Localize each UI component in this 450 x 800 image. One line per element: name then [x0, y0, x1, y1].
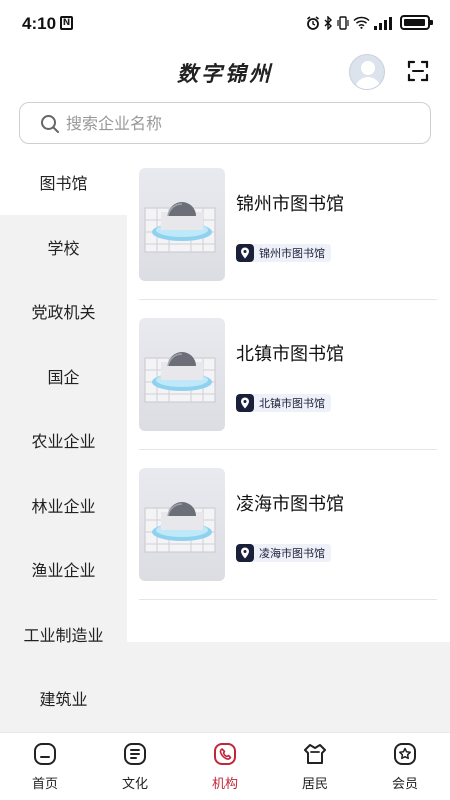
culture-icon [124, 743, 146, 765]
location-tag-label: 北镇市图书馆 [259, 397, 325, 410]
nav-item-residents[interactable]: 居民 [270, 733, 360, 800]
header: 数字锦州 [0, 50, 450, 98]
location-pin-icon [236, 544, 254, 562]
sidebar-item-construction[interactable]: 建筑业 [0, 666, 127, 731]
search-icon [41, 115, 59, 133]
avatar[interactable] [349, 54, 385, 90]
search-input[interactable] [66, 103, 406, 143]
bottom-nav: 首页 文化 机构 居民 会员 [0, 732, 450, 800]
nav-label: 居民 [301, 777, 328, 792]
nav-item-member[interactable]: 会员 [360, 733, 450, 800]
location-tag-label: 锦州市图书馆 [259, 247, 325, 260]
sidebar-item-government[interactable]: 党政机关 [0, 279, 127, 344]
institution-name: 北镇市图书馆 [236, 344, 344, 365]
location-tag: 凌海市图书馆 [236, 544, 331, 562]
location-pin-icon [236, 394, 254, 412]
sidebar-item-state-owned[interactable]: 国企 [0, 344, 127, 409]
nav-label: 文化 [121, 777, 148, 792]
sidebar-item-manufacturing[interactable]: 工业制造业 [0, 602, 127, 667]
list-item[interactable]: 锦州市图书馆 锦州市图书馆 [139, 150, 437, 300]
list-item[interactable]: 北镇市图书馆 北镇市图书馆 [139, 300, 437, 450]
location-pin-icon [236, 244, 254, 262]
search-bar [0, 98, 450, 150]
library-thumbnail [139, 168, 225, 281]
nav-label: 首页 [31, 777, 58, 792]
scan-icon[interactable] [407, 60, 429, 82]
residents-icon [304, 744, 326, 764]
status-icons [306, 15, 433, 30]
nav-item-home[interactable]: 首页 [0, 733, 90, 800]
alarm-icon [307, 15, 319, 30]
battery-icon [400, 15, 433, 30]
nfc-icon: N [60, 16, 73, 30]
category-sidebar: 图书馆 学校 党政机关 国企 农业企业 林业企业 渔业企业 工业制造业 建筑业 [0, 150, 127, 732]
status-bar: 4:10 N [0, 0, 450, 50]
sidebar-item-agriculture[interactable]: 农业企业 [0, 408, 127, 473]
home-icon [34, 743, 56, 765]
search-box[interactable] [19, 102, 431, 144]
sidebar-item-library[interactable]: 图书馆 [0, 150, 127, 215]
institution-list: 锦州市图书馆 锦州市图书馆 北镇市图书馆 北镇市图书馆 凌海市图书馆 凌海市图书… [127, 150, 450, 642]
member-icon [394, 743, 416, 765]
wifi-icon [353, 16, 370, 29]
bluetooth-icon [324, 15, 332, 30]
nav-item-institution[interactable]: 机构 [180, 733, 270, 800]
library-thumbnail [139, 318, 225, 431]
status-time: 4:10 [22, 14, 57, 33]
nav-label: 机构 [211, 777, 238, 792]
nav-label: 会员 [391, 777, 418, 792]
nav-item-culture[interactable]: 文化 [90, 733, 180, 800]
institution-name: 凌海市图书馆 [236, 494, 344, 515]
list-item[interactable]: 凌海市图书馆 凌海市图书馆 [139, 450, 437, 600]
signal-icon [374, 16, 392, 30]
sidebar-item-forestry[interactable]: 林业企业 [0, 473, 127, 538]
location-tag-label: 凌海市图书馆 [259, 547, 325, 560]
sidebar-item-fishery[interactable]: 渔业企业 [0, 537, 127, 602]
institution-name: 锦州市图书馆 [236, 194, 344, 215]
location-tag: 北镇市图书馆 [236, 394, 331, 412]
library-thumbnail [139, 468, 225, 581]
location-tag: 锦州市图书馆 [236, 244, 331, 262]
institution-icon [214, 743, 236, 765]
vibrate-icon [337, 15, 349, 30]
sidebar-item-school[interactable]: 学校 [0, 215, 127, 280]
